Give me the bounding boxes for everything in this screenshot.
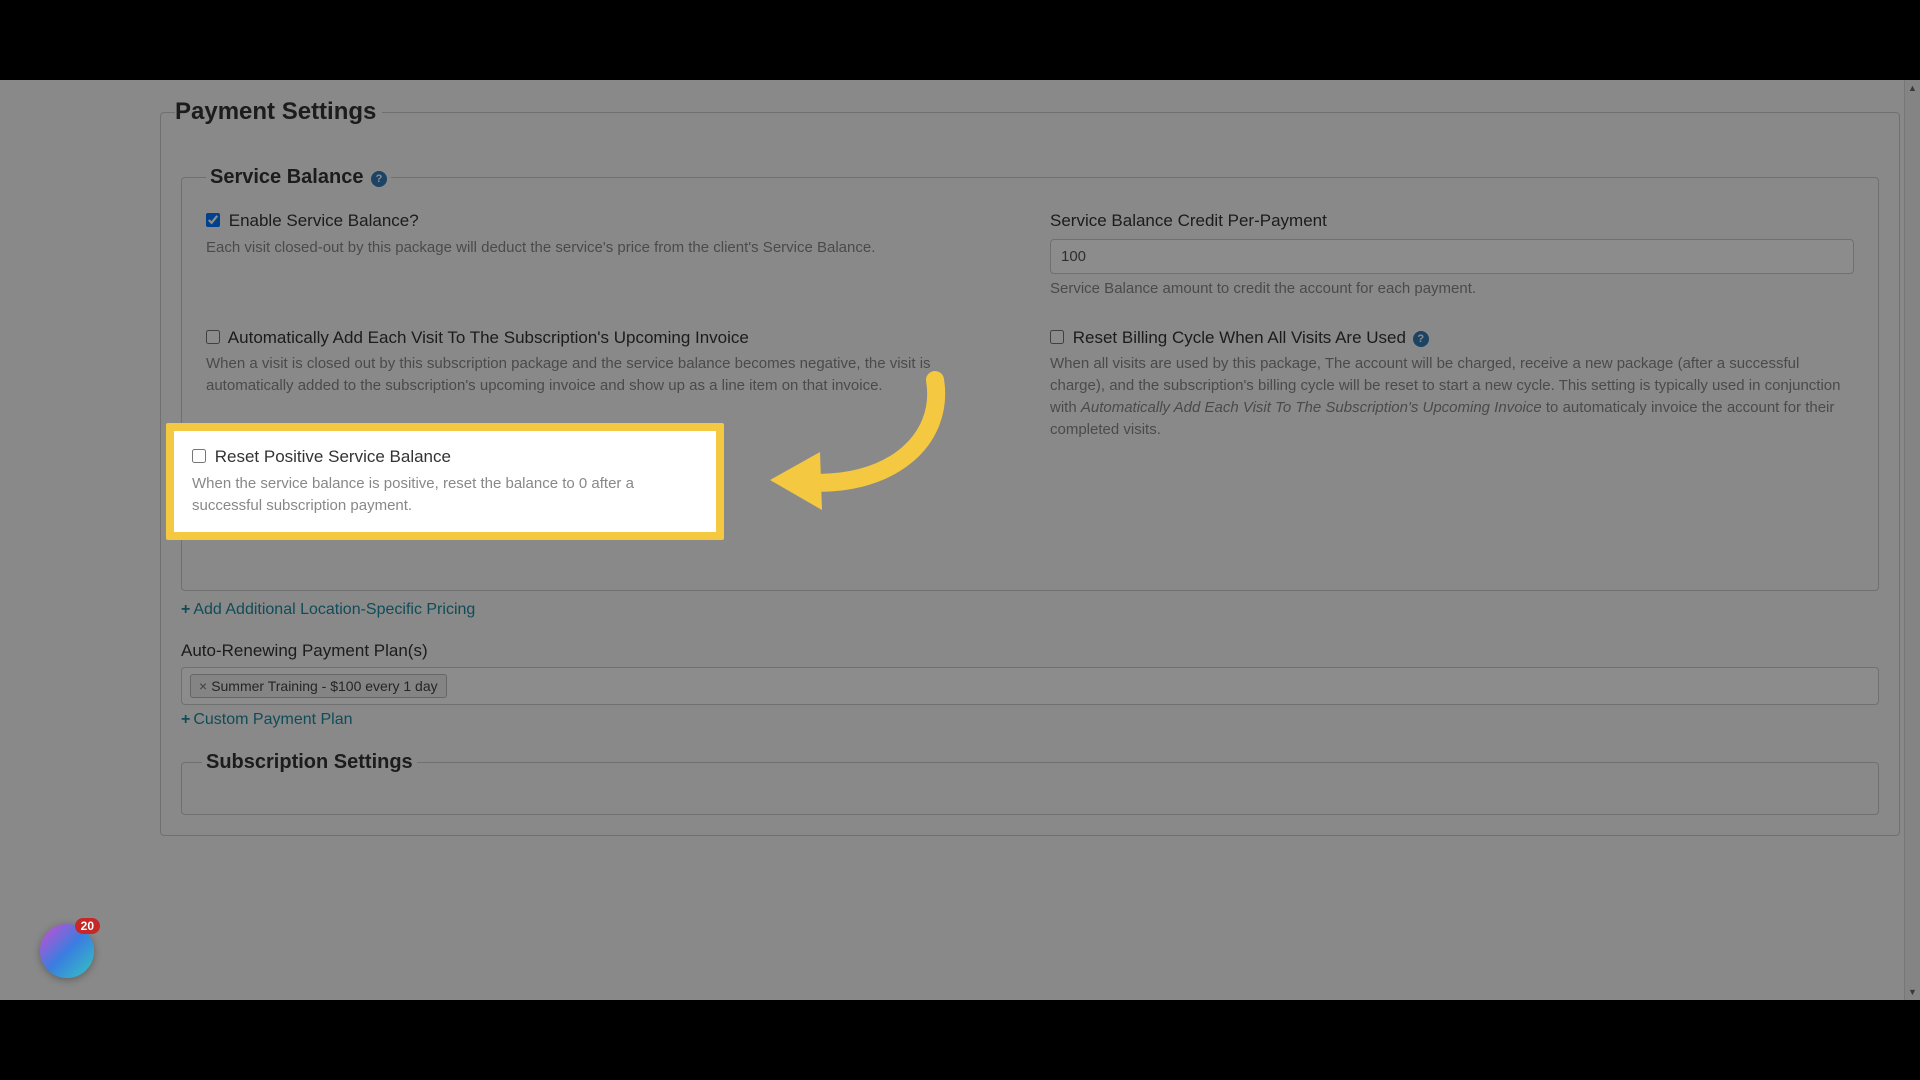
row-enable-credit: Enable Service Balance? Each visit close… [206,209,1854,300]
credit-per-payment-desc: Service Balance amount to credit the acc… [1050,278,1854,300]
letterbox-bottom [0,1000,1920,1080]
enable-service-balance-option[interactable]: Enable Service Balance? [206,211,419,230]
auto-add-visit-desc: When a visit is closed out by this subsc… [206,353,1010,397]
enable-service-balance-block: Enable Service Balance? Each visit close… [206,209,1010,300]
vertical-scrollbar[interactable]: ▲ ▼ [1904,80,1920,1000]
credit-per-payment-block: Service Balance Credit Per-Payment Servi… [1050,209,1854,300]
help-icon[interactable]: ? [371,171,387,187]
reset-positive-balance-checkbox[interactable] [192,449,206,463]
auto-add-visit-option[interactable]: Automatically Add Each Visit To The Subs… [206,328,749,347]
help-icon[interactable]: ? [1413,331,1429,347]
add-location-pricing-link[interactable]: +Add Additional Location-Specific Pricin… [181,601,475,619]
reset-cycle-desc: When all visits are used by this package… [1050,353,1854,440]
payment-plan-tag[interactable]: ×Summer Training - $100 every 1 day [190,674,447,698]
reset-cycle-checkbox[interactable] [1050,330,1064,344]
credit-per-payment-input[interactable] [1050,239,1854,274]
reset-cycle-label: Reset Billing Cycle When All Visits Are … [1073,328,1406,347]
reset-cycle-desc-em: Automatically Add Each Visit To The Subs… [1081,399,1542,416]
custom-payment-plan-label: Custom Payment Plan [193,711,352,728]
scroll-down-arrow-icon[interactable]: ▼ [1905,984,1920,1000]
reset-positive-balance-option[interactable]: Reset Positive Service Balance [192,447,451,466]
payment-plan-tag-label: Summer Training - $100 every 1 day [211,678,437,694]
remove-tag-icon[interactable]: × [199,678,207,694]
app-canvas: ▲ ▼ Payment Settings Service Balance ? E… [0,80,1920,1000]
reset-cycle-option[interactable]: Reset Billing Cycle When All Visits Are … [1050,328,1429,347]
custom-payment-plan-link[interactable]: +Custom Payment Plan [181,711,353,729]
reset-positive-balance-desc: When the service balance is positive, re… [192,473,698,517]
credit-per-payment-label: Service Balance Credit Per-Payment [1050,209,1854,233]
auto-add-visit-checkbox[interactable] [206,330,220,344]
notification-count-badge: 20 [75,918,100,934]
add-location-pricing-label: Add Additional Location-Specific Pricing [193,601,475,618]
help-widget-button[interactable]: 20 [40,924,94,978]
auto-add-visit-label: Automatically Add Each Visit To The Subs… [228,328,749,347]
plus-icon: + [181,711,190,728]
enable-service-balance-checkbox[interactable] [206,213,220,227]
enable-service-balance-label: Enable Service Balance? [229,211,419,230]
scroll-up-arrow-icon[interactable]: ▲ [1905,80,1920,96]
reset-cycle-block: Reset Billing Cycle When All Visits Are … [1050,326,1854,441]
auto-renew-heading: Auto-Renewing Payment Plan(s) [181,641,1879,661]
service-balance-legend: Service Balance ? [206,166,391,189]
subscription-settings-legend: Subscription Settings [202,751,417,774]
plus-icon: + [181,601,190,618]
reset-positive-balance-highlight: Reset Positive Service Balance When the … [166,423,724,540]
reset-positive-balance-label: Reset Positive Service Balance [215,447,451,466]
enable-service-balance-desc: Each visit closed-out by this package wi… [206,237,1010,259]
letterbox-top [0,0,1920,80]
subscription-settings-fieldset: Subscription Settings [181,751,1879,815]
page-title: Payment Settings [175,98,382,126]
service-balance-legend-text: Service Balance [210,166,363,188]
auto-renew-tag-input[interactable]: ×Summer Training - $100 every 1 day [181,667,1879,705]
